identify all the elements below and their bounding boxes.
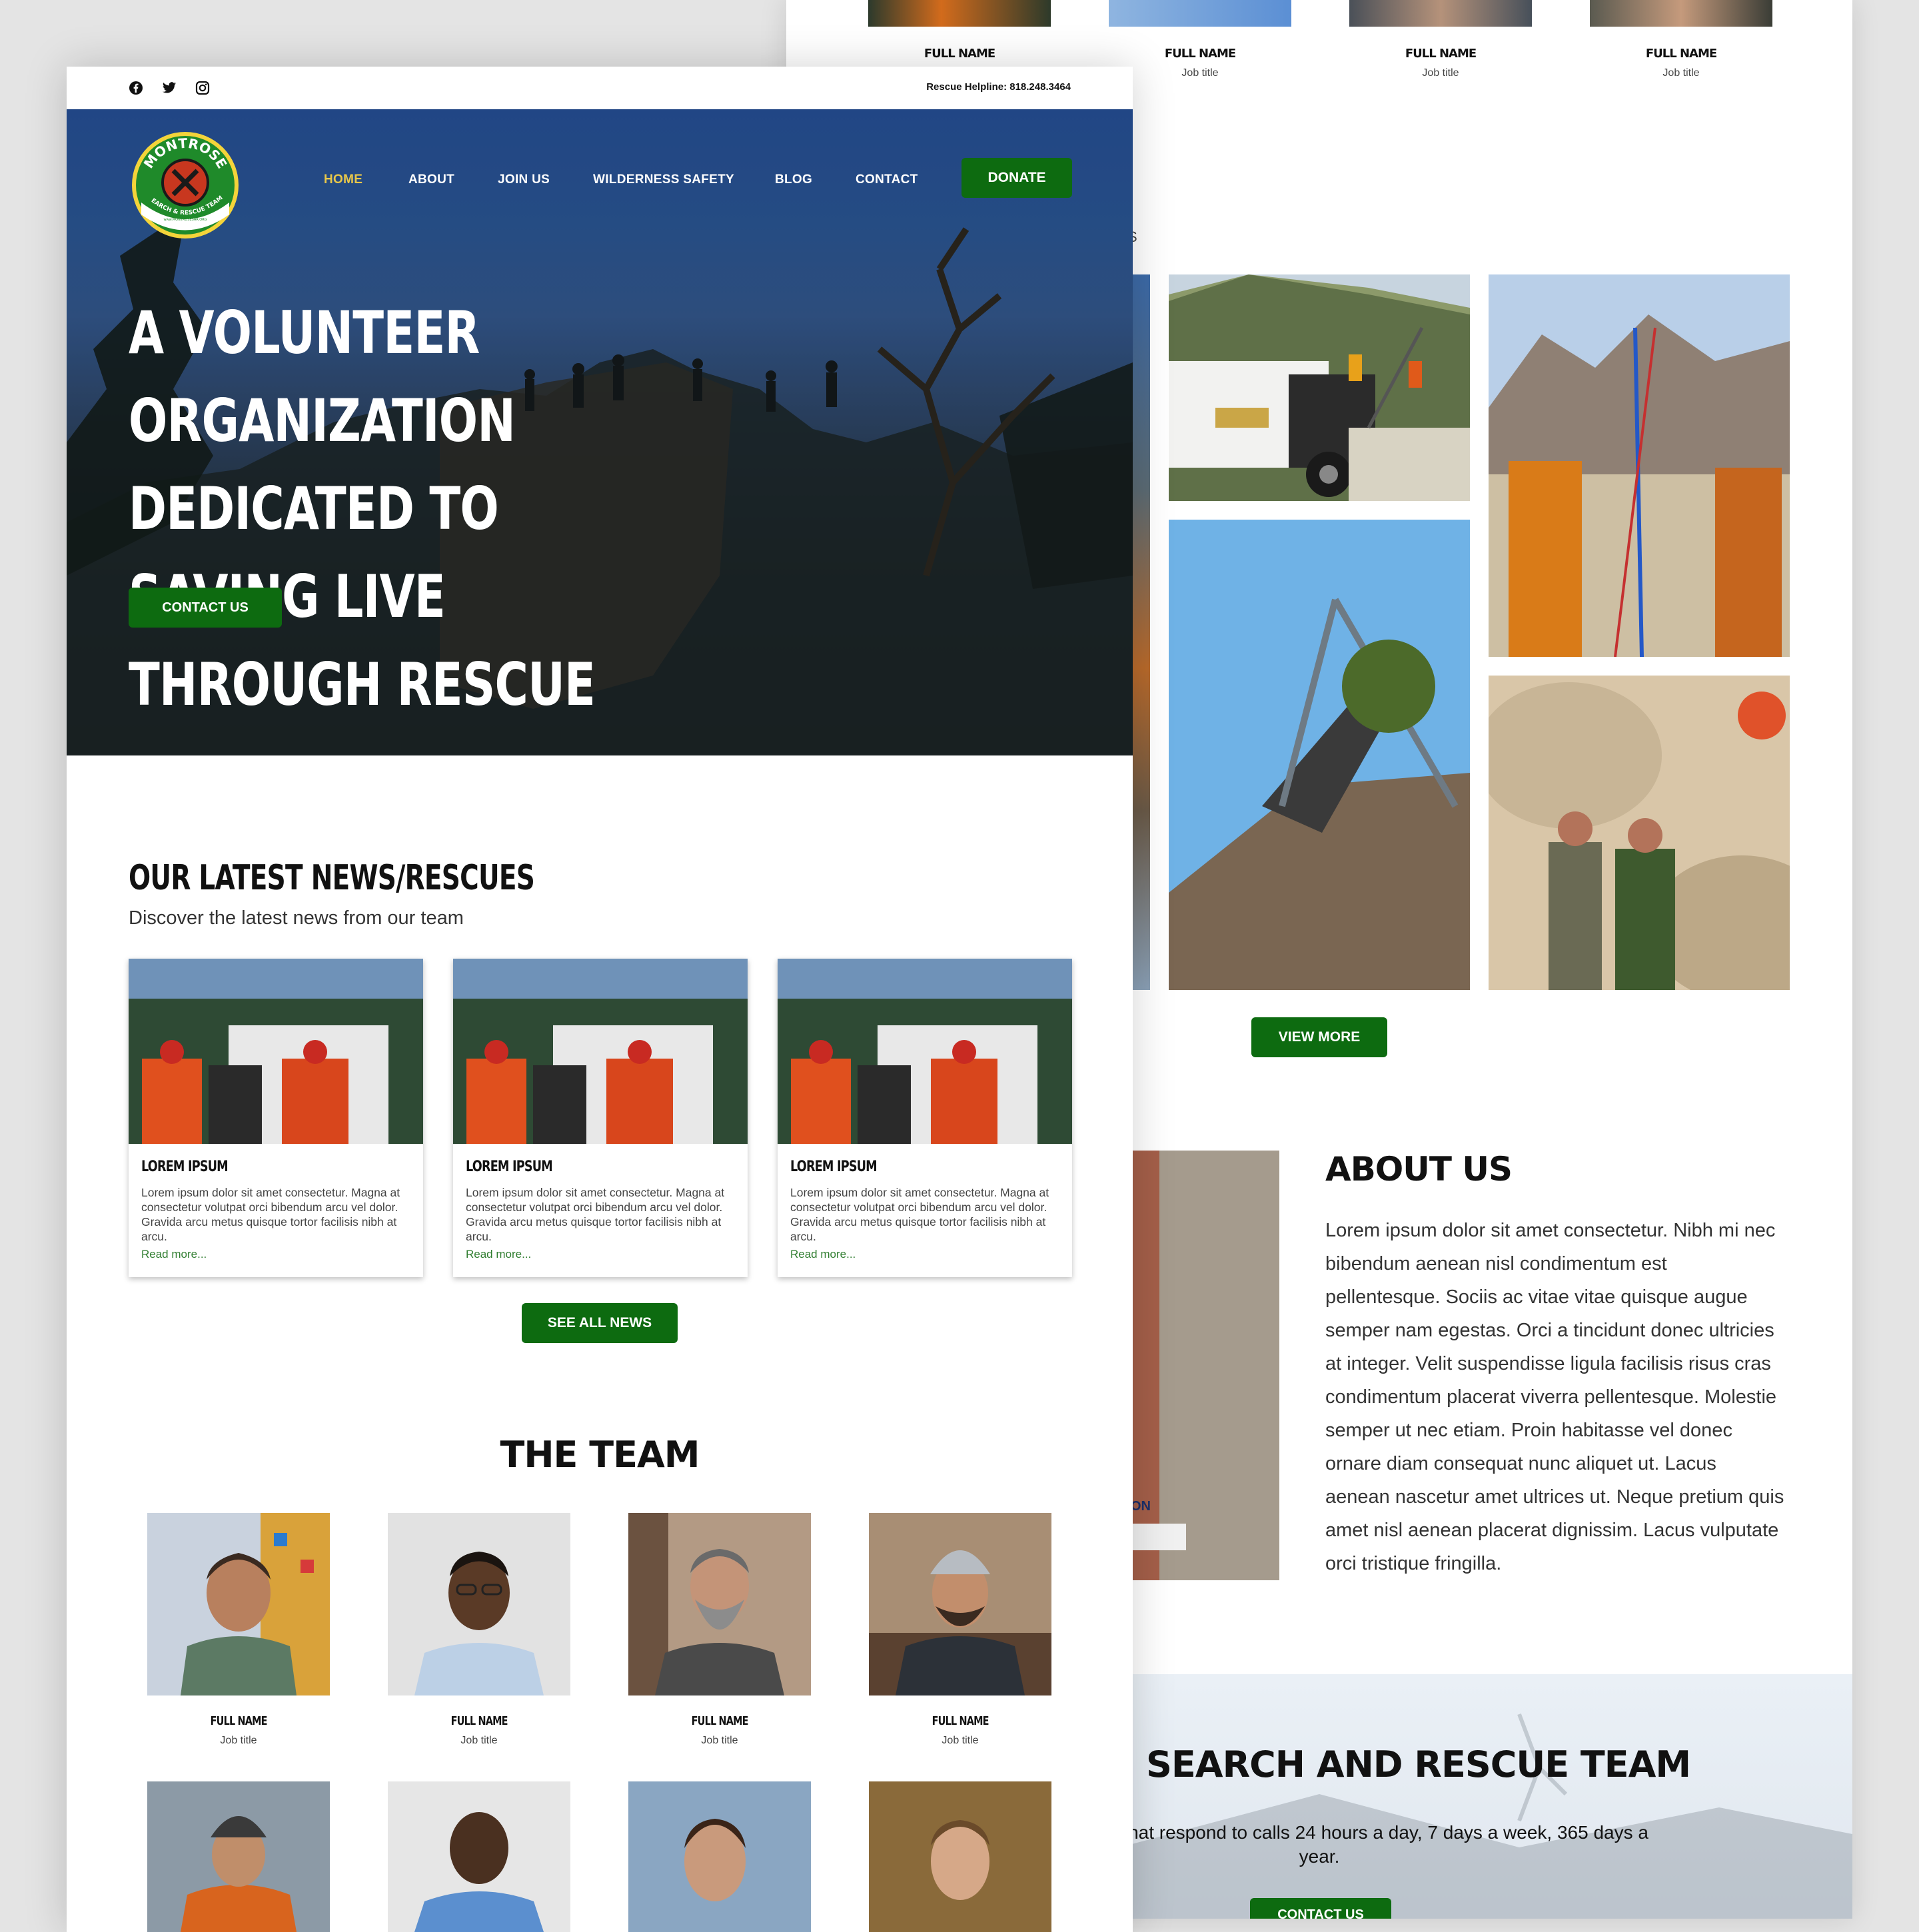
homepage-mockup: Rescue Helpline: 818.248.3464 MONTROSE E…	[67, 67, 1133, 1932]
news-card-text: Lorem ipsum dolor sit amet consectetur. …	[466, 1186, 725, 1243]
member-photo	[1590, 0, 1772, 27]
member-title: Job title	[460, 1735, 498, 1746]
member-title: Job title	[942, 1735, 979, 1746]
gallery-photo-sheriff-truck[interactable]	[1169, 274, 1470, 501]
facebook-icon[interactable]	[129, 81, 143, 95]
view-more-button[interactable]: VIEW MORE	[1251, 1017, 1387, 1057]
member-photo	[869, 1781, 1051, 1932]
hero-title-line: THROUGH RESCUE	[129, 650, 596, 719]
team-member-card: FULL NAME Job title	[1347, 0, 1534, 79]
news-card[interactable]: LOREM IPSUM Lorem ipsum dolor sit amet c…	[778, 959, 1072, 1277]
news-card-image[interactable]	[129, 959, 423, 1144]
hero-title-line: A VOLUNTEER ORGANIZATION	[129, 298, 516, 455]
member-title: Job title	[701, 1735, 738, 1746]
member-photo	[147, 1781, 330, 1932]
member-name: FULL NAME	[1645, 47, 1717, 61]
member-photo	[628, 1513, 811, 1695]
team-section-title: THE TEAM	[500, 1434, 700, 1476]
news-card-text: Lorem ipsum dolor sit amet consectetur. …	[141, 1186, 400, 1243]
news-section-title: OUR LATEST NEWS/RESCUES	[129, 858, 535, 898]
team-member-card[interactable]: FULL NAME Job title	[147, 1513, 330, 1747]
see-all-news-button[interactable]: SEE ALL NEWS	[522, 1303, 678, 1343]
news-card-text: Lorem ipsum dolor sit amet consectetur. …	[790, 1186, 1049, 1243]
gallery-photo-climbers[interactable]	[1489, 676, 1790, 990]
read-more-link[interactable]: Read more...	[790, 1248, 856, 1261]
member-photo	[628, 1781, 811, 1932]
hero-section: MONTROSE SEARCH & RESCUE TEAM www.MONTRO…	[67, 109, 1133, 755]
montrose-sar-logo[interactable]: MONTROSE SEARCH & RESCUE TEAM www.MONTRO…	[127, 125, 241, 241]
member-name: FULL NAME	[210, 1714, 267, 1728]
news-section-subtitle: Discover the latest news from our team	[129, 907, 464, 929]
gallery-photo-rope-rigging[interactable]	[1489, 274, 1790, 657]
team-member-card: FULL NAME Job title	[1588, 0, 1774, 79]
member-name: FULL NAME	[932, 1714, 989, 1728]
member-name: FULL NAME	[691, 1714, 748, 1728]
member-name: FULL NAME	[1164, 47, 1236, 61]
member-name: FULL NAME	[1405, 47, 1477, 61]
sar-contact-button[interactable]: CONTACT US	[1250, 1898, 1391, 1919]
member-title: Job title	[1181, 67, 1219, 79]
twitter-icon[interactable]	[162, 81, 177, 95]
news-card-image[interactable]	[778, 959, 1072, 1144]
member-name: FULL NAME	[924, 47, 995, 61]
member-name: FULL NAME	[450, 1714, 508, 1728]
member-photo	[869, 1513, 1051, 1695]
news-card-title: LOREM IPSUM	[790, 1159, 878, 1175]
sar-title: SEARCH AND RESCUE TEAM	[1146, 1743, 1691, 1785]
team-member-card: FULL NAME Job title	[1107, 0, 1293, 79]
member-photo	[1349, 0, 1532, 27]
read-more-link[interactable]: Read more...	[466, 1248, 531, 1261]
rescue-helpline: Rescue Helpline: 818.248.3464	[926, 81, 1071, 93]
member-photo	[868, 0, 1051, 27]
member-photo	[388, 1513, 570, 1695]
read-more-link[interactable]: Read more...	[141, 1248, 207, 1261]
gallery-photo-tripod[interactable]	[1169, 520, 1470, 990]
member-photo	[1109, 0, 1291, 27]
nav-wilderness-safety[interactable]: WILDERNESS SAFETY	[593, 173, 734, 187]
instagram-icon[interactable]	[195, 81, 210, 95]
logo-url-text: www.MONTROSESAR.ORG	[163, 218, 207, 222]
team-member-card: FULL NAME	[866, 0, 1053, 61]
news-card-title: LOREM IPSUM	[141, 1159, 229, 1175]
nav-contact[interactable]: CONTACT	[856, 173, 918, 187]
donate-button[interactable]: DONATE	[961, 158, 1072, 198]
member-photo	[147, 1513, 330, 1695]
nav-blog[interactable]: BLOG	[775, 173, 812, 187]
nav-join-us[interactable]: JOIN US	[498, 173, 550, 187]
member-title: Job title	[1422, 67, 1459, 79]
news-card[interactable]: LOREM IPSUM Lorem ipsum dolor sit amet c…	[129, 959, 423, 1277]
team-member-card[interactable]: FULL NAME Job title	[628, 1513, 811, 1747]
about-text: Lorem ipsum dolor sit amet consectetur. …	[1325, 1220, 1784, 1574]
hero-title: A VOLUNTEER ORGANIZATION DEDICATED TO SA…	[129, 289, 700, 729]
about-title: ABOUT US	[1325, 1150, 1513, 1189]
hero-contact-button[interactable]: CONTACT US	[129, 588, 282, 628]
top-bar: Rescue Helpline: 818.248.3464	[67, 67, 1133, 109]
member-photo	[388, 1781, 570, 1932]
news-card[interactable]: LOREM IPSUM Lorem ipsum dolor sit amet c…	[453, 959, 748, 1277]
news-card-image[interactable]	[453, 959, 748, 1144]
nav-home[interactable]: HOME	[324, 173, 362, 187]
team-member-card[interactable]: FULL NAME Job title	[388, 1513, 570, 1747]
banner-text-fragment: ON	[1131, 1499, 1151, 1514]
member-title: Job title	[220, 1735, 257, 1746]
nav-about[interactable]: ABOUT	[408, 173, 454, 187]
team-member-card[interactable]: FULL NAME Job title	[869, 1513, 1051, 1747]
news-card-title: LOREM IPSUM	[466, 1159, 553, 1175]
member-title: Job title	[1662, 67, 1700, 79]
